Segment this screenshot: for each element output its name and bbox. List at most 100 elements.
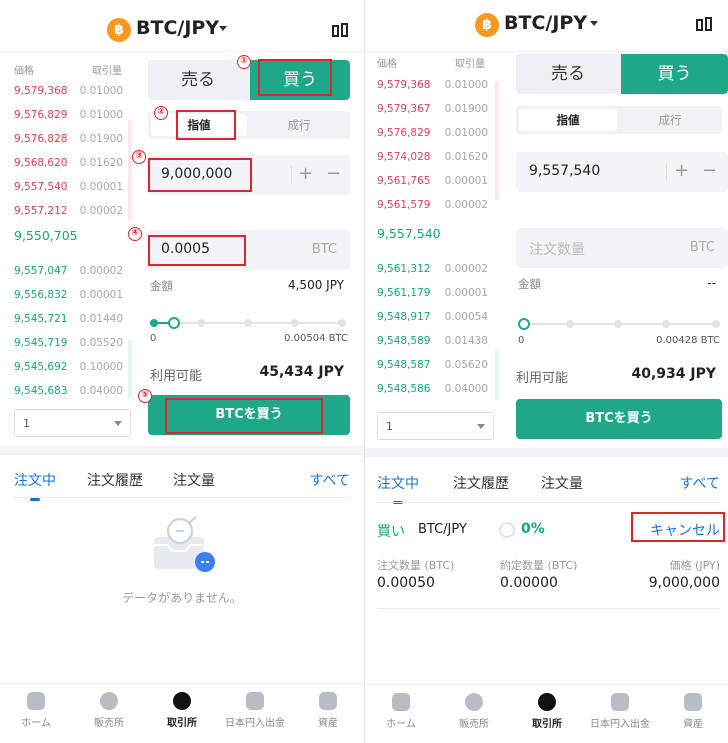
nav-exchange[interactable]: 販売所 bbox=[73, 684, 145, 743]
bid-row[interactable]: 9,548,586 0.04000 bbox=[365, 380, 500, 400]
group-select[interactable]: 1 bbox=[14, 409, 131, 437]
decrement-button[interactable]: − bbox=[326, 165, 341, 183]
bid-row[interactable]: 9,545,719 0.05520 bbox=[0, 334, 135, 354]
candlestick-chart-icon[interactable] bbox=[332, 22, 350, 40]
ask-price: 9,557,540 bbox=[14, 181, 68, 193]
nav-home[interactable]: ホーム bbox=[365, 685, 437, 743]
tab-open-orders[interactable]: 注文中 bbox=[377, 473, 419, 493]
view-all-link[interactable]: すべて bbox=[310, 470, 350, 490]
ask-row[interactable]: 9,561,579 0.00002 bbox=[365, 196, 500, 216]
bid-row[interactable]: 9,548,587 0.05620 bbox=[365, 356, 500, 376]
nav-exchange[interactable]: 販売所 bbox=[438, 685, 510, 743]
price-input[interactable]: 9,557,540 bbox=[529, 163, 600, 179]
increment-button[interactable]: + bbox=[298, 165, 313, 183]
annotation-number: ④ bbox=[128, 227, 142, 241]
ask-row[interactable]: 9,579,368 0.01000 bbox=[365, 76, 500, 96]
tab-order-history[interactable]: 注文履歴 bbox=[87, 470, 143, 490]
bid-row[interactable]: 9,556,832 0.00001 bbox=[0, 286, 135, 306]
quantity-slider[interactable] bbox=[518, 318, 720, 330]
order-qty: 0.00050 bbox=[377, 575, 435, 591]
group-select[interactable]: 1 bbox=[377, 412, 494, 440]
bid-row[interactable]: 9,545,692 0.10000 bbox=[0, 358, 135, 378]
increment-button[interactable]: + bbox=[674, 162, 689, 180]
decrement-button[interactable]: − bbox=[702, 162, 717, 180]
last-price: 9,557,540 bbox=[377, 226, 441, 241]
slider-handle[interactable] bbox=[168, 317, 180, 329]
tab-open-orders[interactable]: 注文中 bbox=[14, 470, 56, 490]
sell-tab[interactable]: 売る bbox=[516, 54, 620, 94]
ask-price: 9,579,367 bbox=[377, 103, 431, 115]
candlestick-chart-icon[interactable] bbox=[696, 16, 714, 34]
slider-step[interactable] bbox=[291, 319, 299, 327]
slider-step[interactable] bbox=[244, 319, 252, 327]
slider-step[interactable] bbox=[197, 319, 205, 327]
market-tab[interactable]: 成行 bbox=[251, 114, 347, 136]
slider-step[interactable] bbox=[150, 319, 158, 327]
order-tabs: 注文中 注文履歴 注文量 すべて bbox=[365, 465, 728, 505]
deposit-icon bbox=[611, 693, 629, 711]
pair-selector[interactable]: BTC/JPY bbox=[136, 17, 219, 39]
tab-order-volume[interactable]: 注文量 bbox=[541, 473, 583, 493]
bid-row[interactable]: 9,545,721 0.01440 bbox=[0, 310, 135, 330]
slider-step[interactable] bbox=[662, 320, 670, 328]
quantity-slider[interactable] bbox=[150, 317, 346, 329]
nav-deposit[interactable]: 日本円入出金 bbox=[584, 685, 656, 743]
chevron-down-icon[interactable] bbox=[219, 26, 227, 31]
group-select-value: 1 bbox=[386, 420, 393, 433]
tab-order-volume[interactable]: 注文量 bbox=[173, 470, 215, 490]
slider-step[interactable] bbox=[614, 320, 622, 328]
quantity-input[interactable]: 注文数量 bbox=[529, 239, 585, 259]
bid-row[interactable]: 9,545,683 0.04000 bbox=[0, 382, 135, 402]
ask-row[interactable]: 9,576,828 0.01900 bbox=[0, 130, 135, 150]
bid-row[interactable]: 9,548,917 0.00054 bbox=[365, 308, 500, 328]
progress-ring-icon bbox=[499, 522, 515, 538]
pair-selector[interactable]: BTC/JPY bbox=[504, 12, 587, 34]
ask-row[interactable]: 9,568,620 0.01620 bbox=[0, 154, 135, 174]
chevron-down-icon[interactable] bbox=[590, 21, 598, 26]
annotation-number: ① bbox=[237, 55, 251, 69]
nav-assets[interactable]: 資産 bbox=[657, 685, 728, 743]
bid-row[interactable]: 9,548,589 0.01438 bbox=[365, 332, 500, 352]
ask-price: 9,579,368 bbox=[377, 79, 431, 91]
btc-coin-icon: ฿ bbox=[107, 18, 131, 42]
nav-label: 日本円入出金 bbox=[590, 719, 650, 730]
bid-row[interactable]: 9,561,312 0.00002 bbox=[365, 260, 500, 280]
sell-tab[interactable]: 売る bbox=[148, 60, 248, 100]
nav-assets[interactable]: 資産 bbox=[292, 684, 364, 743]
slider-handle[interactable] bbox=[518, 318, 530, 330]
tab-order-history[interactable]: 注文履歴 bbox=[453, 473, 509, 493]
bid-price: 9,561,179 bbox=[377, 287, 431, 299]
price-field[interactable]: 9,557,540 + − bbox=[516, 152, 728, 192]
slider-step[interactable] bbox=[712, 320, 720, 328]
empty-text: データがありません。 bbox=[122, 591, 242, 605]
left-screen: ฿ BTC/JPY 価格 取引量 9,579,368 0.01000 9,576,… bbox=[0, 0, 364, 743]
order-qty-header: 注文数量 (BTC) bbox=[377, 559, 455, 572]
ask-row[interactable]: 9,557,212 0.00002 bbox=[0, 202, 135, 222]
bid-row[interactable]: 9,557,047 0.00002 bbox=[0, 262, 135, 282]
ask-row[interactable]: 9,579,368 0.01000 bbox=[0, 82, 135, 102]
market-tab[interactable]: 成行 bbox=[621, 109, 719, 131]
nav-trade[interactable]: 取引所 bbox=[146, 684, 218, 743]
ask-row[interactable]: 9,557,540 0.00001 bbox=[0, 178, 135, 198]
wallet-icon bbox=[684, 693, 702, 711]
bid-price: 9,548,917 bbox=[377, 311, 431, 323]
buy-tab[interactable]: 買う bbox=[621, 54, 728, 94]
quantity-field[interactable]: 注文数量 BTC bbox=[516, 228, 728, 268]
nav-trade[interactable]: 取引所 bbox=[511, 685, 583, 743]
ask-price: 9,557,212 bbox=[14, 205, 68, 217]
ask-row[interactable]: 9,561,765 0.00001 bbox=[365, 172, 500, 192]
ask-row[interactable]: 9,579,367 0.01900 bbox=[365, 100, 500, 120]
view-all-link[interactable]: すべて bbox=[680, 473, 720, 493]
buy-btc-button[interactable]: BTCを買う bbox=[516, 399, 722, 439]
bid-price: 9,548,587 bbox=[377, 359, 431, 371]
ask-row[interactable]: 9,576,829 0.01000 bbox=[365, 124, 500, 144]
ask-row[interactable]: 9,576,829 0.01000 bbox=[0, 106, 135, 126]
limit-tab[interactable]: 指値 bbox=[519, 109, 617, 131]
nav-deposit[interactable]: 日本円入出金 bbox=[219, 684, 291, 743]
slider-step[interactable] bbox=[338, 319, 346, 327]
bid-row[interactable]: 9,561,179 0.00001 bbox=[365, 284, 500, 304]
nav-home[interactable]: ホーム bbox=[0, 684, 72, 743]
slider-step[interactable] bbox=[566, 320, 574, 328]
annotation-box bbox=[258, 59, 332, 96]
ask-row[interactable]: 9,574,028 0.01620 bbox=[365, 148, 500, 168]
